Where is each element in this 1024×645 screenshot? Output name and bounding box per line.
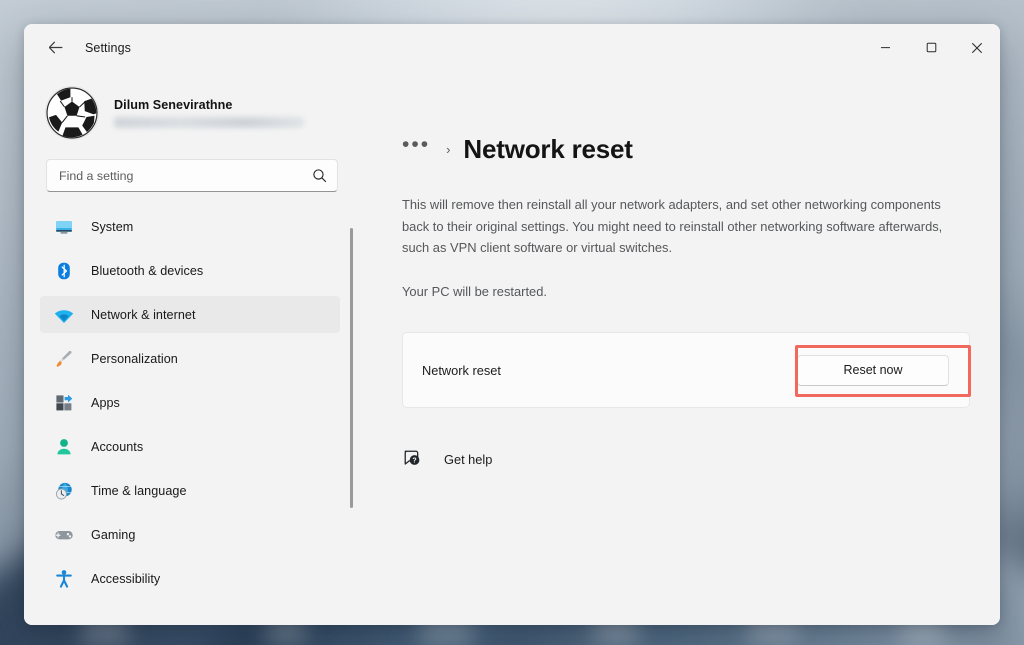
search-input[interactable] (59, 169, 312, 183)
apps-grid-icon (53, 392, 75, 414)
sidebar-scrollbar[interactable] (350, 228, 353, 508)
window-controls (862, 24, 1000, 71)
sidebar-item-label: Time & language (91, 484, 187, 498)
main-content: ••• › Network reset This will remove the… (354, 71, 1000, 625)
breadcrumb-overflow-button[interactable]: ••• (402, 134, 430, 164)
sidebar-item-label: Gaming (91, 528, 135, 542)
paintbrush-icon (53, 348, 75, 370)
help-bubble-icon: ? (402, 449, 422, 469)
account-card[interactable]: Dilum Senevirathne (40, 81, 354, 145)
get-help-label: Get help (444, 452, 492, 467)
breadcrumb: ••• › Network reset (402, 129, 970, 169)
soccer-ball-avatar-icon (46, 87, 98, 139)
minimize-button[interactable] (862, 24, 908, 71)
account-email-redacted (114, 117, 304, 128)
gamepad-icon (53, 524, 75, 546)
back-button[interactable] (38, 33, 72, 63)
sidebar-nav: System Bluetooth & devices (40, 208, 354, 625)
account-text: Dilum Senevirathne (114, 98, 304, 128)
monitor-icon (53, 216, 75, 238)
window-title: Settings (85, 41, 131, 55)
window-body: Dilum Senevirathne (24, 71, 1000, 625)
bluetooth-icon (53, 260, 75, 282)
minimize-icon (880, 42, 891, 53)
sidebar-item-label: Personalization (91, 352, 178, 366)
close-button[interactable] (954, 24, 1000, 71)
sidebar-item-label: Network & internet (91, 308, 196, 322)
wifi-icon (53, 304, 75, 326)
reset-now-button[interactable]: Reset now (797, 355, 949, 386)
sidebar-item-label: Accounts (91, 440, 143, 454)
sidebar-item-label: Bluetooth & devices (91, 264, 203, 278)
restart-notice: Your PC will be restarted. (402, 281, 970, 303)
back-arrow-icon (47, 39, 64, 56)
description-paragraph: This will remove then reinstall all your… (402, 194, 970, 259)
network-reset-card: Network reset Reset now (402, 332, 970, 408)
sidebar-item-bluetooth-devices[interactable]: Bluetooth & devices (40, 252, 340, 289)
sidebar-item-label: Accessibility (91, 572, 160, 586)
page-title: Network reset (463, 134, 632, 165)
globe-clock-icon (53, 480, 75, 502)
sidebar-item-label: System (91, 220, 133, 234)
svg-text:?: ? (412, 458, 416, 465)
sidebar: Dilum Senevirathne (24, 71, 354, 625)
get-help-link[interactable]: ? Get help (402, 449, 492, 469)
person-icon (53, 436, 75, 458)
sidebar-item-personalization[interactable]: Personalization (40, 340, 340, 377)
sidebar-item-label: Apps (91, 396, 120, 410)
maximize-icon (926, 42, 937, 53)
sidebar-item-gaming[interactable]: Gaming (40, 516, 340, 553)
close-icon (971, 42, 983, 54)
sidebar-item-network-internet[interactable]: Network & internet (40, 296, 340, 333)
sidebar-item-accessibility[interactable]: Accessibility (40, 560, 340, 597)
maximize-button[interactable] (908, 24, 954, 71)
sidebar-item-accounts[interactable]: Accounts (40, 428, 340, 465)
search-icon[interactable] (312, 168, 327, 183)
avatar (46, 87, 98, 139)
sidebar-item-time-language[interactable]: Time & language (40, 472, 340, 509)
sidebar-item-apps[interactable]: Apps (40, 384, 340, 421)
sidebar-item-system[interactable]: System (40, 208, 340, 245)
search-box[interactable] (46, 159, 338, 192)
network-reset-label: Network reset (422, 363, 501, 378)
title-bar: Settings (24, 24, 1000, 71)
settings-window: Settings (24, 24, 1000, 625)
account-name: Dilum Senevirathne (114, 98, 304, 112)
accessibility-icon (53, 568, 75, 590)
chevron-right-icon: › (446, 142, 450, 157)
